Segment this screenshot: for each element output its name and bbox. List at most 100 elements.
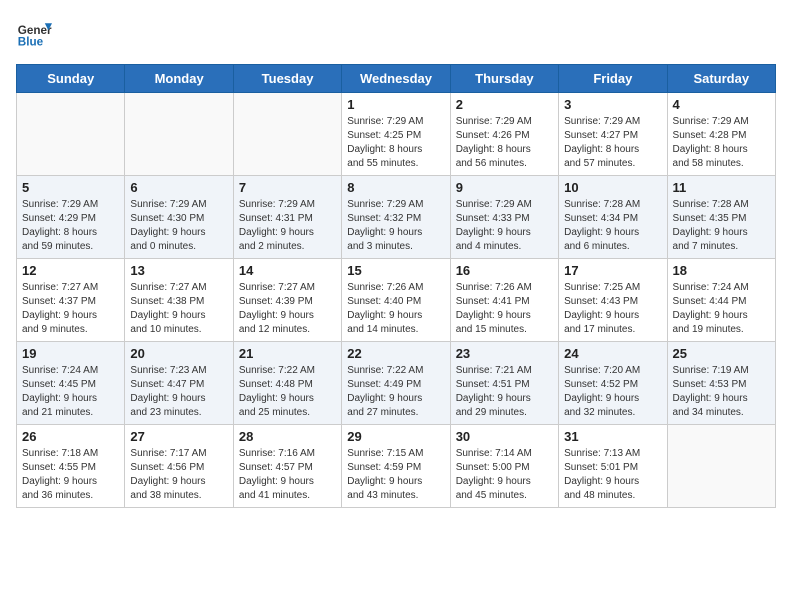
- day-info: Sunrise: 7:28 AM Sunset: 4:35 PM Dayligh…: [673, 198, 770, 254]
- day-info: Sunrise: 7:15 AM Sunset: 4:59 PM Dayligh…: [347, 447, 444, 503]
- day-info: Sunrise: 7:21 AM Sunset: 4:51 PM Dayligh…: [456, 364, 553, 420]
- calendar-day-cell: 1 Sunrise: 7:29 AM Sunset: 4:25 PM Daylig…: [342, 93, 450, 176]
- day-info: Sunrise: 7:13 AM Sunset: 5:01 PM Dayligh…: [564, 447, 661, 503]
- calendar-day-cell: 19 Sunrise: 7:24 AM Sunset: 4:45 PM Dayli…: [17, 342, 125, 425]
- weekday-header: Sunday: [17, 65, 125, 93]
- calendar-day-cell: 4Sunrise: 7:29 AM Sunset: 4:28 PM Daylig…: [667, 93, 775, 176]
- calendar-day-cell: 13 Sunrise: 7:27 AM Sunset: 4:38 PM Dayli…: [125, 259, 233, 342]
- day-number: 5: [22, 180, 119, 195]
- calendar-week-row: 5 Sunrise: 7:29 AM Sunset: 4:29 PM Daylig…: [17, 176, 776, 259]
- day-number: 18: [673, 263, 770, 278]
- day-info: Sunrise: 7:29 AM Sunset: 4:27 PM Dayligh…: [564, 115, 661, 171]
- day-number: 20: [130, 346, 227, 361]
- calendar-day-cell: 10Sunrise: 7:28 AM Sunset: 4:34 PM Dayli…: [559, 176, 667, 259]
- day-info: Sunrise: 7:29 AM Sunset: 4:25 PM Dayligh…: [347, 115, 444, 171]
- calendar-day-cell: 6 Sunrise: 7:29 AM Sunset: 4:30 PM Daylig…: [125, 176, 233, 259]
- day-info: Sunrise: 7:24 AM Sunset: 4:44 PM Dayligh…: [673, 281, 770, 337]
- calendar-day-cell: 9Sunrise: 7:29 AM Sunset: 4:33 PM Daylig…: [450, 176, 558, 259]
- calendar-day-cell: 20 Sunrise: 7:23 AM Sunset: 4:47 PM Dayli…: [125, 342, 233, 425]
- calendar-day-cell: 22 Sunrise: 7:22 AM Sunset: 4:49 PM Dayli…: [342, 342, 450, 425]
- calendar-day-cell: 27 Sunrise: 7:17 AM Sunset: 4:56 PM Dayli…: [125, 425, 233, 508]
- weekday-header: Thursday: [450, 65, 558, 93]
- day-number: 19: [22, 346, 119, 361]
- day-number: 23: [456, 346, 553, 361]
- day-info: Sunrise: 7:29 AM Sunset: 4:30 PM Dayligh…: [130, 198, 227, 254]
- day-number: 3: [564, 97, 661, 112]
- calendar-day-cell: 8 Sunrise: 7:29 AM Sunset: 4:32 PM Daylig…: [342, 176, 450, 259]
- calendar-day-cell: 14 Sunrise: 7:27 AM Sunset: 4:39 PM Dayli…: [233, 259, 341, 342]
- day-number: 22: [347, 346, 444, 361]
- weekday-header: Friday: [559, 65, 667, 93]
- calendar-week-row: 1 Sunrise: 7:29 AM Sunset: 4:25 PM Daylig…: [17, 93, 776, 176]
- day-info: Sunrise: 7:29 AM Sunset: 4:29 PM Dayligh…: [22, 198, 119, 254]
- calendar-day-cell: 12Sunrise: 7:27 AM Sunset: 4:37 PM Dayli…: [17, 259, 125, 342]
- calendar-day-cell: [17, 93, 125, 176]
- calendar-day-cell: 17 Sunrise: 7:25 AM Sunset: 4:43 PM Dayli…: [559, 259, 667, 342]
- weekday-header: Wednesday: [342, 65, 450, 93]
- day-info: Sunrise: 7:28 AM Sunset: 4:34 PM Dayligh…: [564, 198, 661, 254]
- calendar-day-cell: 3 Sunrise: 7:29 AM Sunset: 4:27 PM Daylig…: [559, 93, 667, 176]
- calendar-day-cell: 5 Sunrise: 7:29 AM Sunset: 4:29 PM Daylig…: [17, 176, 125, 259]
- weekday-header: Monday: [125, 65, 233, 93]
- day-number: 17: [564, 263, 661, 278]
- calendar-day-cell: 28 Sunrise: 7:16 AM Sunset: 4:57 PM Dayli…: [233, 425, 341, 508]
- page-header: General Blue: [16, 16, 776, 52]
- logo: General Blue: [16, 16, 52, 52]
- day-info: Sunrise: 7:22 AM Sunset: 4:49 PM Dayligh…: [347, 364, 444, 420]
- day-info: Sunrise: 7:16 AM Sunset: 4:57 PM Dayligh…: [239, 447, 336, 503]
- day-number: 14: [239, 263, 336, 278]
- calendar-table: SundayMondayTuesdayWednesdayThursdayFrid…: [16, 64, 776, 508]
- calendar-day-cell: [667, 425, 775, 508]
- logo-icon: General Blue: [16, 16, 52, 52]
- day-info: Sunrise: 7:29 AM Sunset: 4:28 PM Dayligh…: [673, 115, 770, 171]
- calendar-week-row: 19 Sunrise: 7:24 AM Sunset: 4:45 PM Dayli…: [17, 342, 776, 425]
- day-info: Sunrise: 7:29 AM Sunset: 4:32 PM Dayligh…: [347, 198, 444, 254]
- calendar-day-cell: 21Sunrise: 7:22 AM Sunset: 4:48 PM Dayli…: [233, 342, 341, 425]
- day-number: 11: [673, 180, 770, 195]
- calendar-day-cell: 16Sunrise: 7:26 AM Sunset: 4:41 PM Dayli…: [450, 259, 558, 342]
- day-info: Sunrise: 7:27 AM Sunset: 4:39 PM Dayligh…: [239, 281, 336, 337]
- calendar-day-cell: 23 Sunrise: 7:21 AM Sunset: 4:51 PM Dayli…: [450, 342, 558, 425]
- day-number: 8: [347, 180, 444, 195]
- day-info: Sunrise: 7:26 AM Sunset: 4:41 PM Dayligh…: [456, 281, 553, 337]
- weekday-header: Tuesday: [233, 65, 341, 93]
- day-info: Sunrise: 7:22 AM Sunset: 4:48 PM Dayligh…: [239, 364, 336, 420]
- day-info: Sunrise: 7:17 AM Sunset: 4:56 PM Dayligh…: [130, 447, 227, 503]
- calendar-day-cell: 15Sunrise: 7:26 AM Sunset: 4:40 PM Dayli…: [342, 259, 450, 342]
- day-number: 1: [347, 97, 444, 112]
- day-info: Sunrise: 7:29 AM Sunset: 4:33 PM Dayligh…: [456, 198, 553, 254]
- weekday-header: Saturday: [667, 65, 775, 93]
- day-info: Sunrise: 7:25 AM Sunset: 4:43 PM Dayligh…: [564, 281, 661, 337]
- calendar-day-cell: 31Sunrise: 7:13 AM Sunset: 5:01 PM Dayli…: [559, 425, 667, 508]
- calendar-day-cell: 18 Sunrise: 7:24 AM Sunset: 4:44 PM Dayli…: [667, 259, 775, 342]
- day-number: 13: [130, 263, 227, 278]
- calendar-week-row: 26Sunrise: 7:18 AM Sunset: 4:55 PM Dayli…: [17, 425, 776, 508]
- calendar-week-row: 12Sunrise: 7:27 AM Sunset: 4:37 PM Dayli…: [17, 259, 776, 342]
- day-info: Sunrise: 7:20 AM Sunset: 4:52 PM Dayligh…: [564, 364, 661, 420]
- day-number: 30: [456, 429, 553, 444]
- calendar-day-cell: 30Sunrise: 7:14 AM Sunset: 5:00 PM Dayli…: [450, 425, 558, 508]
- day-number: 25: [673, 346, 770, 361]
- day-info: Sunrise: 7:29 AM Sunset: 4:26 PM Dayligh…: [456, 115, 553, 171]
- day-info: Sunrise: 7:29 AM Sunset: 4:31 PM Dayligh…: [239, 198, 336, 254]
- calendar-day-cell: 7 Sunrise: 7:29 AM Sunset: 4:31 PM Daylig…: [233, 176, 341, 259]
- day-number: 24: [564, 346, 661, 361]
- day-number: 27: [130, 429, 227, 444]
- day-number: 28: [239, 429, 336, 444]
- calendar-day-cell: 2Sunrise: 7:29 AM Sunset: 4:26 PM Daylig…: [450, 93, 558, 176]
- calendar-day-cell: [233, 93, 341, 176]
- calendar-day-cell: 11 Sunrise: 7:28 AM Sunset: 4:35 PM Dayli…: [667, 176, 775, 259]
- day-info: Sunrise: 7:24 AM Sunset: 4:45 PM Dayligh…: [22, 364, 119, 420]
- day-number: 15: [347, 263, 444, 278]
- day-number: 6: [130, 180, 227, 195]
- calendar-header-row: SundayMondayTuesdayWednesdayThursdayFrid…: [17, 65, 776, 93]
- svg-text:Blue: Blue: [18, 36, 44, 49]
- day-number: 26: [22, 429, 119, 444]
- day-info: Sunrise: 7:27 AM Sunset: 4:38 PM Dayligh…: [130, 281, 227, 337]
- calendar-day-cell: 25 Sunrise: 7:19 AM Sunset: 4:53 PM Dayli…: [667, 342, 775, 425]
- day-info: Sunrise: 7:19 AM Sunset: 4:53 PM Dayligh…: [673, 364, 770, 420]
- day-info: Sunrise: 7:23 AM Sunset: 4:47 PM Dayligh…: [130, 364, 227, 420]
- day-number: 12: [22, 263, 119, 278]
- day-number: 7: [239, 180, 336, 195]
- calendar-day-cell: 29Sunrise: 7:15 AM Sunset: 4:59 PM Dayli…: [342, 425, 450, 508]
